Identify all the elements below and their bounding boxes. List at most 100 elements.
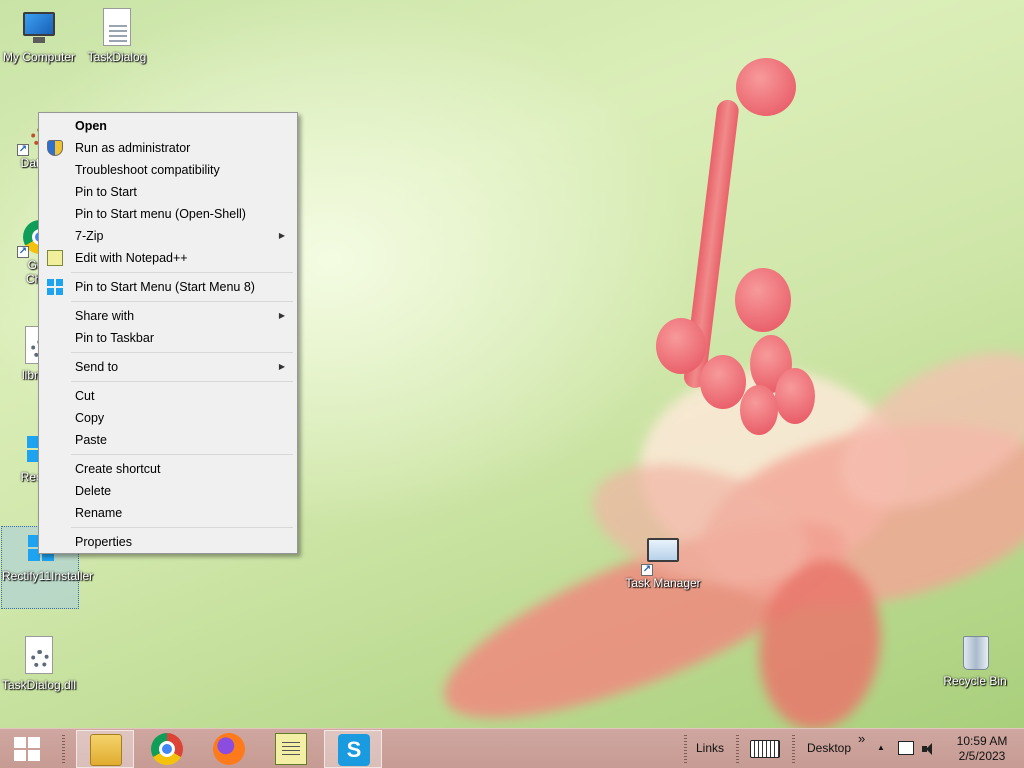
menu-item-label: Pin to Start Menu (Start Menu 8) xyxy=(75,280,255,294)
notepad-plus-plus-icon xyxy=(47,250,63,266)
wallpaper-anther xyxy=(740,385,778,435)
menu-item-pin-to-start-open-shell[interactable]: Pin to Start menu (Open-Shell) xyxy=(41,203,295,225)
wallpaper-anther xyxy=(735,268,791,332)
taskbar-button-firefox[interactable] xyxy=(200,730,258,768)
notepad-plus-plus-icon xyxy=(275,733,307,765)
wallpaper-anther xyxy=(736,58,796,116)
menu-item-create-shortcut[interactable]: Create shortcut xyxy=(41,458,295,480)
menu-item-label: Pin to Start menu (Open-Shell) xyxy=(75,207,246,221)
taskbar-grip[interactable] xyxy=(62,735,65,763)
show-hidden-icons-button[interactable]: ▲ xyxy=(877,743,885,752)
menu-item-delete[interactable]: Delete xyxy=(41,480,295,502)
taskbar-button-skype[interactable]: S xyxy=(324,730,382,768)
chrome-icon xyxy=(151,733,183,765)
menu-item-label: Edit with Notepad++ xyxy=(75,251,188,265)
volume-icon[interactable] xyxy=(922,742,936,756)
desktop-icon-taskdialog[interactable]: TaskDialog xyxy=(78,8,156,64)
menu-item-edit-with-notepad-plus-plus[interactable]: Edit with Notepad++ xyxy=(41,247,295,269)
menu-item-7-zip[interactable]: 7-Zip ▶ xyxy=(41,225,295,247)
touch-keyboard-icon[interactable] xyxy=(750,740,780,758)
menu-item-pin-to-taskbar[interactable]: Pin to Taskbar xyxy=(41,327,295,349)
context-menu: Open Run as administrator Troubleshoot c… xyxy=(38,112,298,554)
menu-item-label: Properties xyxy=(75,535,132,549)
menu-item-rename[interactable]: Rename xyxy=(41,502,295,524)
menu-item-copy[interactable]: Copy xyxy=(41,407,295,429)
menu-item-cut[interactable]: Cut xyxy=(41,385,295,407)
menu-item-label: Create shortcut xyxy=(75,462,161,476)
file-explorer-icon xyxy=(90,734,122,766)
menu-separator xyxy=(71,272,293,273)
submenu-arrow-icon: ▶ xyxy=(278,311,285,320)
menu-item-paste[interactable]: Paste xyxy=(41,429,295,451)
menu-item-label: Open xyxy=(75,119,107,133)
taskbar-grip[interactable] xyxy=(736,735,739,763)
menu-item-share-with[interactable]: Share with ▶ xyxy=(41,305,295,327)
clock-time: 10:59 AM xyxy=(956,734,1008,748)
desktop-icon-my-computer[interactable]: My Computer xyxy=(0,8,78,64)
links-toolbar[interactable]: Links xyxy=(696,741,724,755)
menu-item-label: Delete xyxy=(75,484,112,498)
computer-icon xyxy=(19,8,59,48)
menu-item-label: Run as administrator xyxy=(75,141,191,155)
desktop-icon-label: TaskDialog xyxy=(87,50,147,64)
desktop-icon-label: Rectify11Installer xyxy=(2,569,94,583)
desktop-icon-label: TaskDialog.dll xyxy=(1,678,77,692)
shortcut-arrow-icon: ↗ xyxy=(17,144,29,156)
menu-item-label: Paste xyxy=(75,433,107,447)
menu-item-label: Troubleshoot compatibility xyxy=(75,163,220,177)
taskbar-grip[interactable] xyxy=(792,735,795,763)
start-button[interactable] xyxy=(14,737,40,761)
menu-separator xyxy=(71,301,293,302)
submenu-arrow-icon: ▶ xyxy=(278,231,285,240)
menu-separator xyxy=(71,454,293,455)
menu-item-open[interactable]: Open xyxy=(41,115,295,137)
desktop-icon-recycle-bin[interactable]: Recycle Bin xyxy=(936,632,1014,688)
desktop-icon-label: Task Manager xyxy=(625,576,701,590)
uac-shield-icon xyxy=(47,140,63,156)
menu-item-properties[interactable]: Properties xyxy=(41,531,295,553)
menu-item-troubleshoot-compatibility[interactable]: Troubleshoot compatibility xyxy=(41,159,295,181)
wallpaper-anther xyxy=(775,368,815,424)
desktop[interactable]: My Computer TaskDialog ↗ DataW ↗ Goo Chr… xyxy=(0,0,1024,728)
submenu-arrow-icon: ▶ xyxy=(278,362,285,371)
skype-icon: S xyxy=(338,734,370,766)
dll-file-icon xyxy=(19,636,59,676)
task-manager-icon: ↗ xyxy=(641,534,683,576)
desktop-icon-label: Recycle Bin xyxy=(943,674,1007,688)
menu-item-label: Cut xyxy=(75,389,95,403)
menu-item-label: Send to xyxy=(75,360,119,374)
menu-item-pin-to-start-menu-8[interactable]: Pin to Start Menu (Start Menu 8) xyxy=(41,276,295,298)
desktop-icon-task-manager[interactable]: ↗ Task Manager xyxy=(624,534,702,590)
desktop-icon-taskdialog-dll[interactable]: TaskDialog.dll xyxy=(0,636,78,692)
network-icon[interactable] xyxy=(898,741,914,755)
shortcut-arrow-icon: ↗ xyxy=(17,246,29,258)
menu-item-label: Copy xyxy=(75,411,105,425)
menu-separator xyxy=(71,381,293,382)
menu-item-label: Rename xyxy=(75,506,123,520)
desktop-icon-label: My Computer xyxy=(2,50,76,64)
recycle-bin-icon xyxy=(955,632,995,672)
system-clock[interactable]: 10:59 AM 2/5/2023 xyxy=(946,734,1018,764)
menu-item-label: 7-Zip xyxy=(75,229,104,243)
wallpaper-anther xyxy=(700,355,746,409)
menu-item-run-as-administrator[interactable]: Run as administrator xyxy=(41,137,295,159)
taskbar-button-file-explorer[interactable] xyxy=(76,730,134,768)
taskbar: S Links Desktop » ▲ 10:59 AM 2/5/2023 xyxy=(0,728,1024,768)
firefox-icon xyxy=(213,733,245,765)
document-icon xyxy=(97,8,137,48)
menu-item-label: Pin to Start xyxy=(75,185,137,199)
shortcut-arrow-icon: ↗ xyxy=(641,564,653,576)
menu-item-pin-to-start[interactable]: Pin to Start xyxy=(41,181,295,203)
taskbar-button-notepad-plus-plus[interactable] xyxy=(262,730,320,768)
menu-item-label: Pin to Taskbar xyxy=(75,331,154,345)
menu-separator xyxy=(71,527,293,528)
desktop-toolbar[interactable]: Desktop xyxy=(807,741,851,755)
menu-item-label: Share with xyxy=(75,309,135,323)
taskbar-grip[interactable] xyxy=(684,735,687,763)
windows-logo-icon xyxy=(47,279,63,295)
menu-item-send-to[interactable]: Send to ▶ xyxy=(41,356,295,378)
toolbar-chevron-icon[interactable]: » xyxy=(858,731,865,746)
taskbar-button-chrome[interactable] xyxy=(138,730,196,768)
wallpaper-anther xyxy=(656,318,706,374)
menu-separator xyxy=(71,352,293,353)
